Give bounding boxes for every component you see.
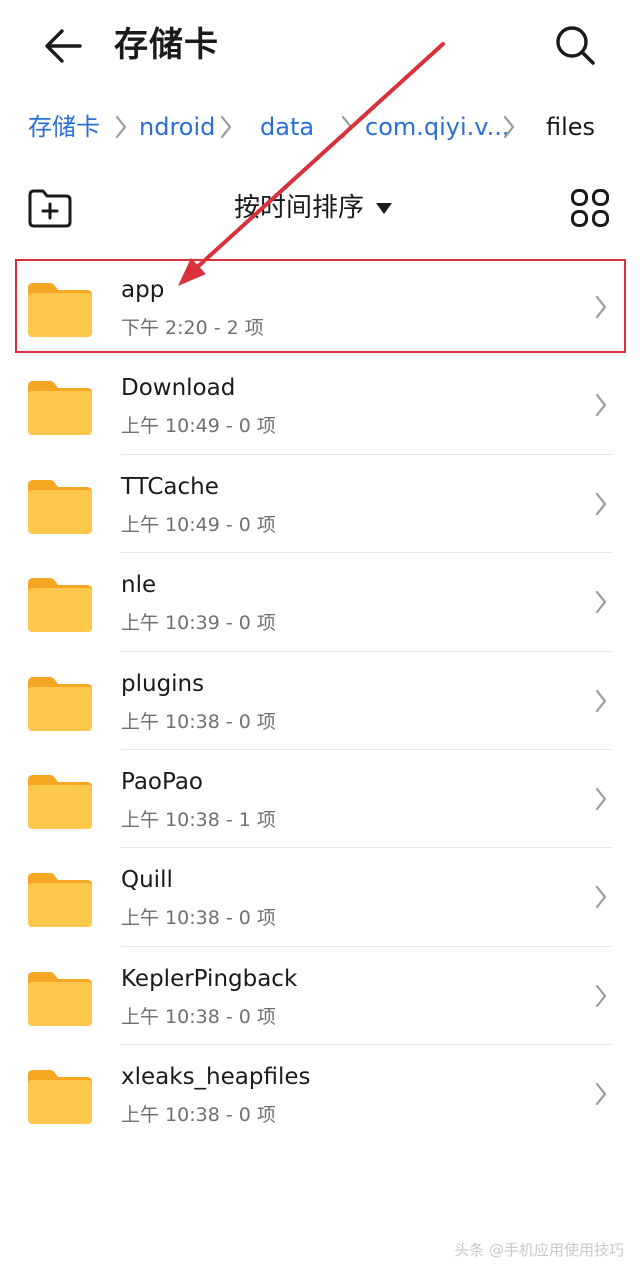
file-name: xleaks_heapfiles	[121, 1064, 311, 1091]
chevron-right-icon	[594, 1081, 608, 1107]
file-name: plugins	[121, 670, 205, 697]
file-name: TTCache	[121, 473, 219, 500]
caret-down-icon	[376, 202, 393, 214]
breadcrumb-item-data[interactable]: data	[260, 110, 314, 144]
page-title: 存储卡	[114, 25, 219, 65]
breadcrumb-item-android[interactable]: ndroid	[139, 110, 215, 144]
file-name: KeplerPingback	[121, 965, 298, 992]
file-list-item[interactable]: PaoPao 上午 10:38 - 1 项	[0, 750, 640, 849]
chevron-right-icon	[594, 688, 608, 714]
file-name: nle	[121, 572, 157, 599]
folder-icon	[28, 971, 92, 1026]
chevron-right-icon	[115, 115, 127, 139]
back-button[interactable]	[40, 22, 88, 70]
grid-view-icon	[571, 189, 609, 227]
chevron-right-icon	[594, 589, 608, 615]
file-meta: 上午 10:38 - 0 项	[121, 907, 276, 930]
toolbar: 按时间排序	[0, 170, 640, 246]
file-meta: 上午 10:39 - 0 项	[121, 612, 276, 635]
arrow-left-icon	[45, 29, 82, 63]
folder-icon	[28, 1070, 92, 1125]
chevron-right-icon	[594, 983, 608, 1009]
file-list-item[interactable]: app 下午 2:20 - 2 项	[0, 258, 640, 356]
breadcrumb: 存储卡 ndroid data com.qiyi.v... files	[0, 100, 640, 154]
file-meta: 上午 10:38 - 0 项	[121, 710, 276, 733]
file-name: Quill	[121, 867, 173, 894]
search-icon	[556, 26, 595, 65]
new-folder-button[interactable]	[26, 186, 74, 230]
chevron-right-icon	[594, 491, 608, 517]
file-list-item[interactable]: KeplerPingback 上午 10:38 - 0 项	[0, 947, 640, 1046]
folder-icon	[28, 283, 92, 337]
folder-icon	[28, 873, 92, 928]
chevron-right-icon	[503, 115, 515, 139]
file-list-item[interactable]: TTCache 上午 10:49 - 0 项	[0, 455, 640, 554]
watermark: 头条 @手机应用使用技巧	[454, 1241, 624, 1259]
file-meta: 上午 10:38 - 0 项	[121, 1005, 276, 1028]
file-list-item[interactable]: Download 上午 10:49 - 0 项	[0, 356, 640, 455]
file-list-item[interactable]: plugins 上午 10:38 - 0 项	[0, 652, 640, 750]
view-toggle-button[interactable]	[570, 188, 610, 228]
file-meta: 上午 10:38 - 1 项	[121, 808, 276, 831]
file-list-item[interactable]: xleaks_heapfiles 上午 10:38 - 0 项	[0, 1045, 640, 1143]
sort-dropdown[interactable]: 按时间排序	[234, 186, 393, 230]
chevron-right-icon	[341, 115, 353, 139]
file-list-item[interactable]: Quill 上午 10:38 - 0 项	[0, 848, 640, 947]
chevron-right-icon	[220, 115, 232, 139]
folder-add-icon	[28, 189, 72, 228]
folder-icon	[28, 676, 92, 731]
file-name: Download	[121, 375, 236, 402]
chevron-right-icon	[594, 294, 608, 320]
folder-icon	[28, 381, 92, 436]
chevron-right-icon	[594, 884, 608, 910]
sort-label: 按时间排序	[234, 193, 365, 223]
breadcrumb-item-storage-card[interactable]: 存储卡	[28, 110, 100, 144]
folder-icon	[28, 774, 92, 829]
file-meta: 上午 10:49 - 0 项	[121, 513, 276, 536]
folder-icon	[28, 578, 92, 633]
chevron-right-icon	[594, 392, 608, 418]
search-button[interactable]	[550, 20, 600, 70]
file-meta: 下午 2:20 - 2 项	[121, 317, 264, 339]
chevron-right-icon	[594, 786, 608, 812]
file-meta: 上午 10:49 - 0 项	[121, 415, 276, 438]
file-list: app 下午 2:20 - 2 项 Download 上午 10:49 - 0 项 …	[0, 258, 640, 1144]
breadcrumb-item-package[interactable]: com.qiyi.v...	[365, 110, 510, 144]
top-app-bar: 存储卡	[0, 0, 640, 90]
breadcrumb-item-files[interactable]: files	[546, 110, 595, 144]
folder-icon	[28, 479, 92, 534]
file-name: app	[121, 277, 165, 303]
file-meta: 上午 10:38 - 0 项	[121, 1104, 276, 1127]
file-name: PaoPao	[121, 768, 204, 795]
file-list-item[interactable]: nle 上午 10:39 - 0 项	[0, 553, 640, 652]
